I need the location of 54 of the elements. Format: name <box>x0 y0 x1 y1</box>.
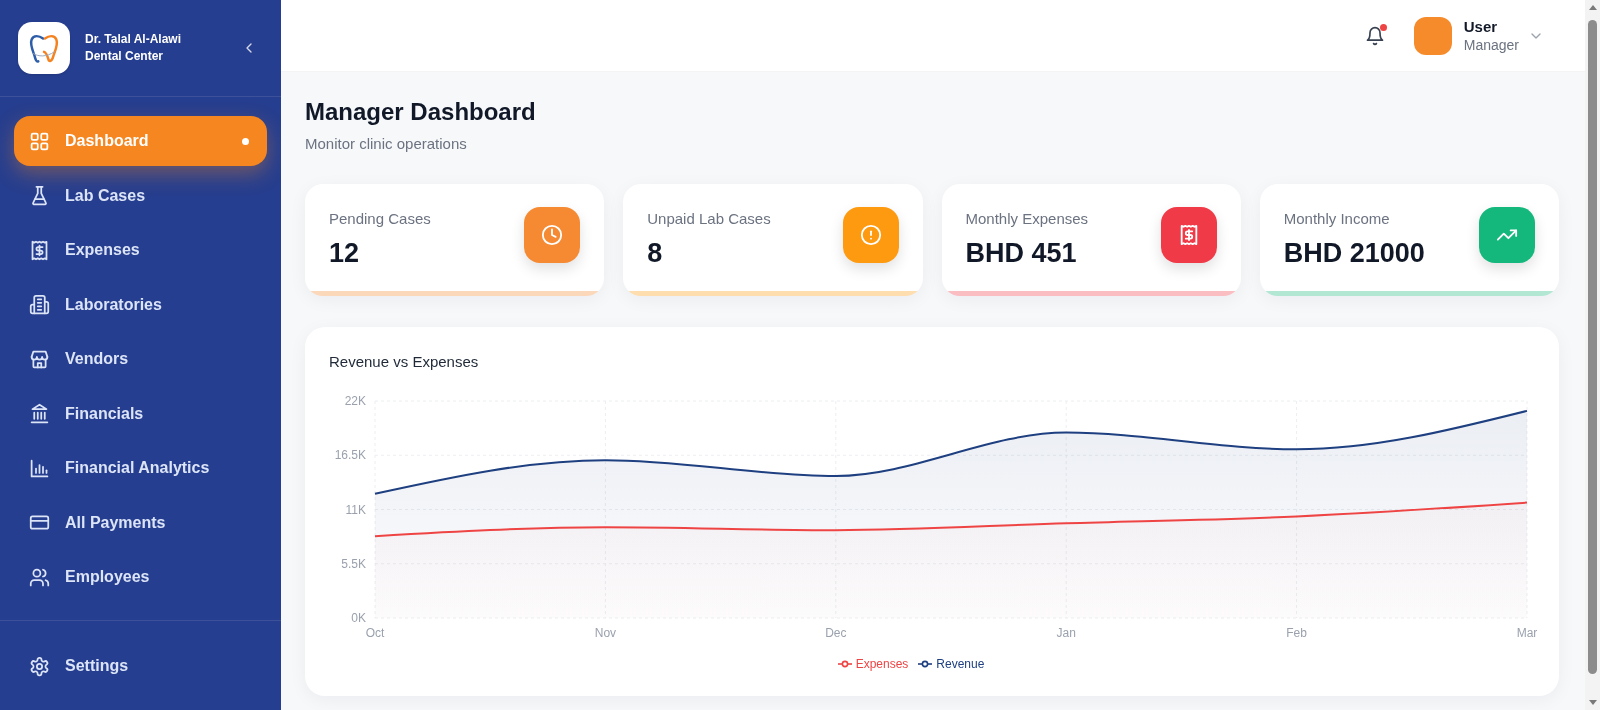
stat-label: Monthly Income <box>1283 209 1391 229</box>
stat-value: BHD 451 <box>965 237 1078 269</box>
nav-item[interactable]: Financials <box>14 388 267 439</box>
scroll-down-icon[interactable] <box>1588 700 1597 705</box>
users-icon <box>29 566 50 588</box>
user-role: Manager <box>1463 35 1519 55</box>
building-icon <box>29 294 50 315</box>
y-axis-label: 16.5K <box>334 448 366 463</box>
nav-item[interactable]: Lab Cases <box>14 170 267 221</box>
bar-chart-icon <box>29 457 50 479</box>
stat-label: Pending Cases <box>329 209 431 229</box>
y-axis-label: 0K <box>351 611 366 625</box>
nav-item[interactable]: Vendors <box>14 334 267 384</box>
nav-item[interactable]: All Payments <box>14 497 267 548</box>
legend-label: Revenue <box>936 656 985 672</box>
legend-line-icon <box>837 660 852 668</box>
legend-line-icon <box>918 660 933 668</box>
stat-value: 12 <box>329 237 361 269</box>
scroll-up-icon[interactable] <box>1588 5 1597 10</box>
grid-icon <box>29 130 50 152</box>
nav-item[interactable]: Settings <box>14 641 267 691</box>
legend-label: Expenses <box>855 656 909 672</box>
nav-item[interactable]: Financial Analytics <box>14 443 267 493</box>
stat-label: Unpaid Lab Cases <box>647 209 771 229</box>
stat-value: 8 <box>647 237 664 269</box>
flask-icon <box>29 185 50 206</box>
bell-icon <box>1364 25 1385 46</box>
x-axis-label: Mar <box>1516 626 1538 640</box>
settings-icon <box>29 655 50 677</box>
x-axis-label: Dec <box>825 626 847 640</box>
stat-label: Monthly Expenses <box>965 209 1089 229</box>
y-axis-label: 5.5K <box>341 556 366 571</box>
stat-value: BHD 21000 <box>1283 237 1425 269</box>
page-subtitle: Monitor clinic operations <box>305 134 468 154</box>
page-title: Manager Dashboard <box>305 97 537 127</box>
nav-item[interactable]: Expenses <box>14 225 267 275</box>
x-axis-label: Oct <box>365 626 385 640</box>
y-axis-label: 22K <box>344 394 366 408</box>
store-icon <box>29 348 50 370</box>
receipt-icon <box>29 239 50 261</box>
x-axis-label: Feb <box>1286 626 1307 640</box>
chart-title: Revenue vs Expenses <box>329 352 480 372</box>
scrollbar-thumb[interactable] <box>1588 20 1597 674</box>
bank-icon <box>29 403 50 424</box>
nav-item[interactable]: Employees <box>14 552 267 602</box>
avatar-icon[interactable] <box>1413 16 1452 55</box>
brand-subtitle: Dental Center <box>85 48 165 65</box>
user-name: User <box>1463 16 1499 36</box>
y-axis-label: 11K <box>345 502 366 517</box>
x-axis-label: Jan <box>1056 626 1076 640</box>
brand-name: Dr. Talal Al-Alawi <box>85 31 183 48</box>
tooth-logo-icon <box>18 22 70 74</box>
x-axis-label: Nov <box>594 626 617 640</box>
nav-item[interactable]: Laboratories <box>14 279 267 330</box>
